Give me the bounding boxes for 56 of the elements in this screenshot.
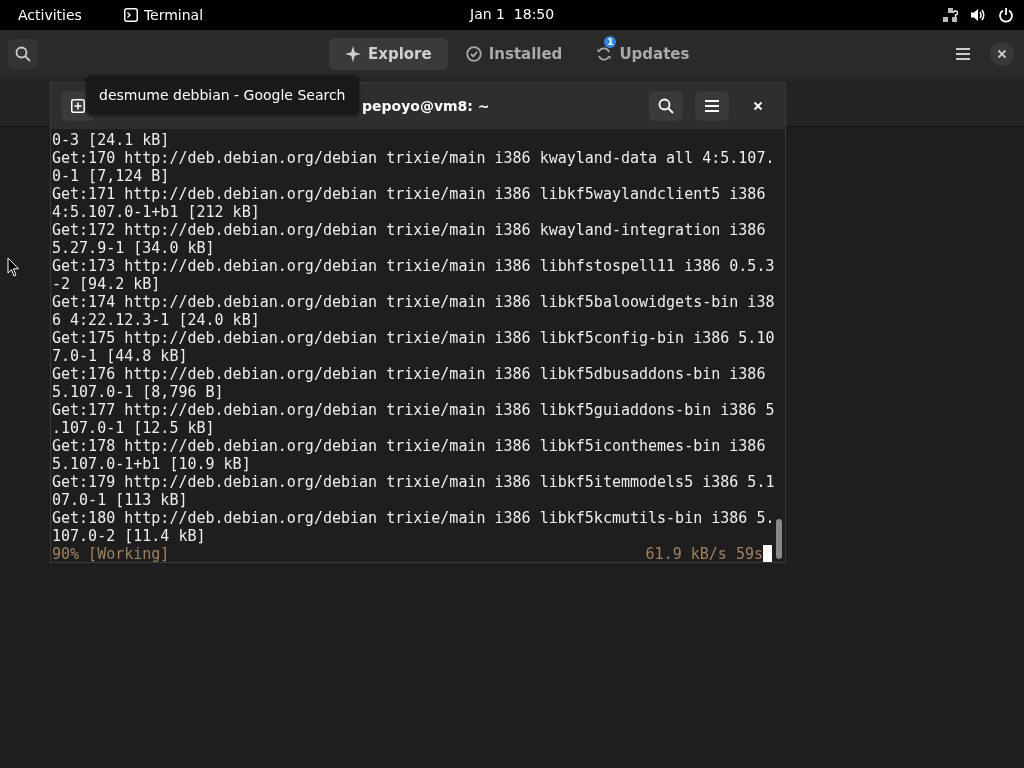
search-icon — [15, 46, 31, 62]
power-icon[interactable] — [998, 7, 1014, 23]
terminal-line: 6 4:22.12.3-1 [24.0 kB] — [52, 311, 261, 329]
terminal-line: 07.0-1 [113 kB] — [52, 491, 189, 509]
terminal-line: Get:177 http://deb.debian.org/debian trixie/main i386 libkf5guiaddons-bin i386 5 — [52, 401, 776, 419]
text-cursor — [763, 545, 772, 562]
network-icon[interactable] — [942, 7, 958, 23]
terminal-line: Get:171 http://deb.debian.org/debian trixie/main i386 libkf5waylandclient5 i386 — [52, 185, 767, 203]
terminal-line: Get:179 http://deb.debian.org/debian trixie/main i386 libkf5itemmodels5 i386 5.1 — [52, 473, 776, 491]
progress-text: 90% [Working] — [52, 545, 170, 563]
terminal-line: .107.0-1 [12.5 kB] — [52, 419, 216, 437]
search-button[interactable] — [649, 91, 683, 121]
terminal-line: -2 [94.2 kB] — [52, 275, 162, 293]
download-rate: 61.9 kB/s 59s — [645, 545, 763, 563]
terminal-line: 7.0-1 [44.8 kB] — [52, 347, 189, 365]
window-title: pepoyo@vm8: ~ — [362, 98, 490, 114]
new-tab-icon — [71, 99, 85, 113]
app-name: Terminal — [143, 7, 204, 23]
tab[interactable]: Installed — [449, 38, 579, 70]
refresh-icon — [596, 46, 613, 62]
search-icon — [658, 98, 674, 114]
sparkle-icon — [345, 46, 361, 62]
terminal-line: Get:175 http://deb.debian.org/debian trixie/main i386 libkf5config-bin i386 5.10 — [52, 329, 776, 347]
terminal-line: Get:173 http://deb.debian.org/debian trixie/main i386 libhfstospell11 i386 0.5.3 — [52, 257, 776, 275]
mouse-pointer-icon — [7, 257, 20, 277]
menu-button[interactable] — [695, 91, 729, 121]
tab[interactable]: Updates 1 — [580, 38, 706, 70]
update-count-badge: 1 — [604, 36, 617, 48]
close-icon — [753, 101, 763, 111]
volume-icon[interactable] — [970, 7, 986, 23]
terminal-line: Get:172 http://deb.debian.org/debian trixie/main i386 kwayland-integration i386 — [52, 221, 767, 239]
menu-icon — [704, 99, 720, 113]
search-button[interactable] — [8, 39, 38, 69]
terminal-icon — [123, 8, 138, 22]
terminal-line: 5.27.9-1 [34.0 kB] — [52, 239, 216, 257]
check-circle-icon — [465, 46, 482, 62]
activities-button[interactable]: Activities — [8, 3, 92, 27]
terminal-line: 0-3 [24.1 kB] — [52, 131, 171, 149]
terminal-line: 5.107.0-1+b1 [10.9 kB] — [52, 455, 252, 473]
menu-icon — [955, 47, 971, 61]
terminal-line: Get:180 http://deb.debian.org/debian trixie/main i386 libkf5kcmutils-bin i386 5. — [52, 509, 776, 527]
terminal-line: Get:176 http://deb.debian.org/debian trixie/main i386 libkf5dbusaddons-bin i386 — [52, 365, 767, 383]
app-menu[interactable]: Terminal — [113, 3, 214, 27]
terminal-line: Get:170 http://deb.debian.org/debian trixie/main i386 kwayland-data all 4:5.107. — [52, 149, 776, 167]
clock[interactable]: Jan 1 18:50 — [470, 6, 555, 22]
tooltip: desmume debbian - Google Search — [86, 75, 359, 115]
terminal-line: 5.107.0-1 [8,796 B] — [52, 383, 225, 401]
close-icon — [997, 49, 1007, 59]
close-button[interactable] — [990, 42, 1014, 66]
terminal-line: Get:178 http://deb.debian.org/debian trixie/main i386 libkf5iconthemes-bin i386 — [52, 437, 767, 455]
terminal-line: 4:5.107.0-1+b1 [212 kB] — [52, 203, 261, 221]
terminal-line: 107.0-2 [11.4 kB] — [52, 527, 207, 545]
terminal-line: 0-1 [7,124 B] — [52, 167, 171, 185]
terminal-line: Get:174 http://deb.debian.org/debian trixie/main i386 libkf5baloowidgets-bin i38 — [52, 293, 776, 311]
scrollbar-thumb[interactable] — [776, 519, 782, 559]
tab[interactable]: Explore — [329, 38, 448, 70]
